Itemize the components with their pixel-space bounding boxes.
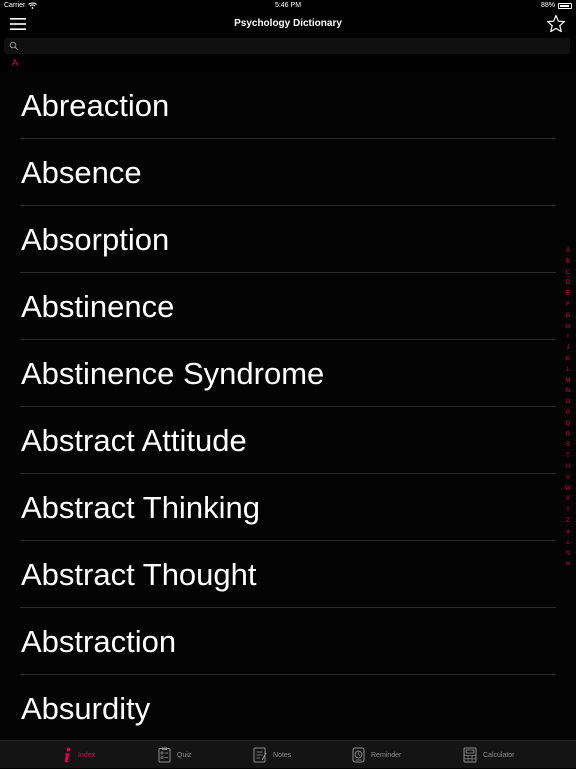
list-item[interactable]: Absence [20,139,556,206]
index-letter[interactable]: E [566,289,570,300]
info-icon [64,747,71,763]
section-letter: A [12,58,19,68]
index-letter[interactable]: L [566,365,569,376]
section-header: A [0,57,576,71]
index-letter[interactable]: w [566,559,570,570]
index-letter[interactable]: X [566,494,570,505]
index-letter[interactable]: T [566,451,570,462]
tab-index[interactable]: Index [62,741,95,769]
notes-icon [253,747,267,763]
tab-reminder[interactable]: Reminder [352,741,401,769]
index-letter[interactable]: S [566,440,570,451]
tab-label: Reminder [371,751,402,759]
index-letter[interactable]: P [566,408,570,419]
list-item[interactable]: Abreaction [20,72,556,139]
list-item[interactable]: Abstinence Syndrome [20,340,556,407]
tab-bar: Index Quiz Notes Reminder Calculator [0,740,576,768]
index-letter[interactable]: a [566,527,569,538]
search-bar [4,38,570,55]
tab-label: Calculator [483,751,515,759]
list-item[interactable]: Abstract Thought [20,541,556,608]
index-letter[interactable]: Z [566,516,570,527]
term-label: Abstract Thinking [21,490,260,525]
term-label: Abreaction [21,88,170,123]
search-icon [9,41,19,51]
navigation-bar: Psychology Dictionary [0,12,576,36]
index-letter[interactable]: F [566,300,570,311]
index-letter[interactable]: G [566,311,571,322]
tab-label: Notes [273,751,292,759]
index-letter[interactable]: W [565,484,571,495]
index-letter[interactable]: D [566,278,570,289]
term-label: Abstraction [21,624,177,659]
status-bar: Carrier 5:46 PM 88% [0,0,576,12]
index-letter[interactable]: A [566,246,570,257]
index-letter[interactable]: J [567,343,570,354]
term-label: Abstract Attitude [21,423,247,458]
index-letter[interactable]: M [566,376,571,387]
list-item[interactable]: Abstract Thinking [20,474,556,541]
index-letter[interactable]: O [566,397,571,408]
index-letter[interactable]: N [566,386,570,397]
section-index-strip[interactable]: ABCDEFGHIJKLMNOPQRSTUVWXYZacqw [563,246,573,570]
term-label: Abstinence Syndrome [21,356,325,391]
term-label: Absence [21,155,142,190]
index-letter[interactable]: Y [566,505,570,516]
reminder-icon [352,747,365,763]
list-item[interactable]: Abstract Attitude [20,407,556,474]
index-letter[interactable]: K [566,354,570,365]
status-time: 5:46 PM [274,2,302,9]
term-label: Absurdity [21,691,151,726]
list-item[interactable]: Abstinence [20,273,556,340]
battery-percent: 88% [540,2,555,9]
term-label: Abstinence [21,289,175,324]
index-letter[interactable]: R [566,430,570,441]
index-letter[interactable]: q [566,548,569,559]
calculator-icon [463,747,477,763]
index-letter[interactable]: U [566,462,570,473]
index-letter[interactable]: Q [566,419,571,430]
page-title: Psychology Dictionary [234,18,342,29]
term-label: Absorption [21,222,170,257]
tab-quiz[interactable]: Quiz [158,741,191,769]
star-icon[interactable] [546,14,566,34]
index-letter[interactable]: I [567,332,569,343]
term-list[interactable]: Abreaction Absence Absorption Abstinence… [0,72,576,740]
list-item[interactable]: Abstraction [20,608,556,675]
index-letter[interactable]: V [566,473,570,484]
tab-label: Quiz [177,751,192,759]
tab-calculator[interactable]: Calculator [463,741,515,769]
quiz-icon [158,747,171,763]
tab-notes[interactable]: Notes [253,741,291,769]
search-input[interactable] [24,39,568,55]
index-letter[interactable]: C [566,268,570,279]
battery-icon [558,2,572,9]
tab-label: Index [78,751,96,759]
index-letter[interactable]: B [566,257,570,268]
index-letter[interactable]: c [567,538,570,549]
list-item[interactable]: Absorption [20,206,556,273]
term-label: Abstract Thought [21,557,257,592]
list-item[interactable]: Absurdity [20,675,556,740]
index-letter[interactable]: H [566,322,570,333]
battery-indicator: 88% [541,2,572,9]
